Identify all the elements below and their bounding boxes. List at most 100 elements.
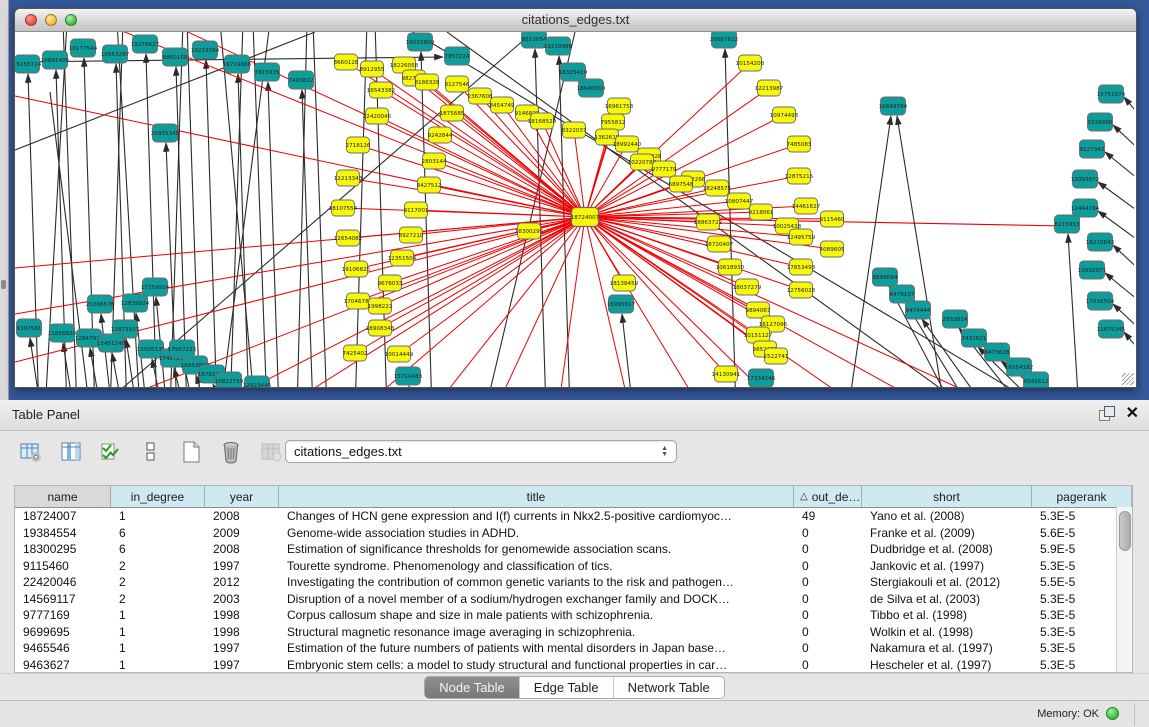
table-cell[interactable]: 1998 — [205, 625, 279, 639]
network-edge-black[interactable] — [268, 82, 279, 387]
network-node[interactable]: 18724007 — [571, 208, 600, 227]
network-node[interactable]: 20935340 — [151, 124, 180, 142]
table-cell[interactable]: 49 — [794, 509, 862, 523]
table-row[interactable]: 1456911722003Disruption of a novel membe… — [15, 591, 1132, 608]
window-resize-grip[interactable] — [1122, 373, 1134, 385]
table-cell[interactable]: 0 — [794, 641, 862, 655]
network-node[interactable]: 7432621 — [962, 329, 987, 347]
network-node[interactable]: 17957223 — [168, 340, 197, 358]
network-node[interactable]: 9227342 — [1080, 140, 1105, 158]
network-node[interactable]: 18037279 — [733, 279, 762, 295]
table-cell[interactable]: 22420046 — [15, 575, 111, 589]
network-edge-black[interactable] — [622, 314, 633, 387]
network-node[interactable]: 8927210 — [399, 227, 424, 243]
network-node[interactable]: 12875215 — [785, 168, 814, 184]
network-edge-black[interactable] — [187, 32, 200, 387]
network-node[interactable]: 17853493 — [787, 259, 816, 275]
table-cell[interactable]: Jankovic et al. (1997) — [862, 559, 1032, 573]
network-edge-black[interactable] — [238, 74, 249, 387]
network-node[interactable]: 19218986 — [544, 37, 573, 55]
network-edge-red[interactable] — [555, 217, 585, 387]
network-node[interactable]: 16648784 — [879, 97, 908, 115]
network-node[interactable]: 18908348 — [366, 320, 395, 336]
network-node[interactable]: 7955812 — [601, 114, 626, 130]
table-row[interactable]: 977716911998Corpus callosum shape and si… — [15, 607, 1132, 624]
network-node[interactable]: 18248575 — [703, 180, 732, 196]
network-node[interactable]: 9242844 — [428, 127, 453, 143]
network-node[interactable]: 8322037 — [562, 122, 587, 138]
network-edge-black[interactable] — [176, 67, 187, 387]
network-edge-black[interactable] — [146, 54, 157, 387]
table-scrollbar-thumb[interactable] — [1119, 511, 1131, 551]
network-node[interactable]: 7425402 — [343, 345, 368, 361]
network-node[interactable]: 16210643 — [1086, 233, 1115, 251]
table-cell[interactable]: Embryonic stem cells: a model to study s… — [279, 658, 794, 672]
table-cell[interactable]: 2008 — [205, 509, 279, 523]
network-node[interactable]: 2933814 — [943, 310, 968, 328]
table-cell[interactable]: Stergiakouli et al. (2012) — [862, 575, 1032, 589]
table-cell[interactable]: 0 — [794, 575, 862, 589]
network-edge-black[interactable] — [28, 74, 39, 387]
table-cell[interactable]: 14569117 — [15, 592, 111, 606]
table-cell[interactable]: 0 — [794, 592, 862, 606]
tab-edge-table[interactable]: Edge Table — [520, 677, 614, 698]
network-node[interactable]: 12213343 — [334, 170, 363, 186]
network-node[interactable]: 10219594 — [191, 41, 220, 59]
table-cell[interactable]: 1 — [111, 608, 205, 622]
network-edge-black[interactable] — [1068, 234, 1079, 387]
table-cell[interactable]: 0 — [794, 658, 862, 672]
table-selector-dropdown[interactable]: citations_edges.txt ▲▼ — [285, 440, 677, 463]
table-cell[interactable]: 9465546 — [15, 641, 111, 655]
table-cell[interactable]: Genome-wide association studies in ADHD. — [279, 526, 794, 540]
network-node[interactable]: 16255724 — [15, 55, 42, 73]
table-cell[interactable]: 2012 — [205, 575, 279, 589]
table-cell[interactable]: 1997 — [205, 559, 279, 573]
network-node[interactable]: 7857224 — [445, 47, 470, 65]
network-node[interactable]: 9474444 — [906, 301, 931, 319]
network-node[interactable]: 12213987 — [755, 80, 784, 96]
table-cell[interactable]: Nakamura et al. (1997) — [862, 641, 1032, 655]
network-node[interactable]: 8427512 — [417, 177, 442, 193]
network-edge-black[interactable] — [253, 32, 267, 387]
panel-splitter-handle[interactable] — [1, 280, 6, 289]
table-cell[interactable]: 0 — [794, 559, 862, 573]
table-cell[interactable]: 0 — [794, 625, 862, 639]
network-node[interactable]: 10812739 — [215, 372, 244, 387]
network-node[interactable]: 17359924 — [141, 278, 170, 296]
network-node[interactable]: 7485083 — [787, 136, 812, 152]
network-node[interactable]: 10553287 — [101, 45, 130, 63]
table-row[interactable]: 1830029562008Estimation of significance … — [15, 541, 1132, 558]
delete-trash-icon[interactable] — [218, 439, 244, 465]
network-node[interactable]: 15710483 — [394, 367, 423, 385]
network-node[interactable]: 18720407 — [705, 236, 734, 252]
network-node[interactable]: 11856820 — [48, 324, 77, 342]
network-node[interactable]: 16719868 — [223, 55, 252, 73]
table-cell[interactable]: 6 — [111, 542, 205, 556]
tab-network-table[interactable]: Network Table — [614, 677, 724, 698]
table-cell[interactable]: 9699695 — [15, 625, 111, 639]
network-edge-black[interactable] — [409, 386, 420, 387]
table-cell[interactable]: 0 — [794, 542, 862, 556]
network-node[interactable]: 8912955 — [360, 61, 385, 77]
table-cell[interactable]: 9777169 — [15, 608, 111, 622]
network-edge-black[interactable] — [1124, 97, 1134, 146]
table-row[interactable]: 911546021997Tourette syndrome. Phenomeno… — [15, 558, 1132, 575]
table-cell[interactable]: Franke et al. (2009) — [862, 526, 1032, 540]
table-cell[interactable]: 0 — [794, 608, 862, 622]
network-edge-black[interactable] — [90, 348, 101, 387]
network-edge-red[interactable] — [348, 178, 585, 217]
table-row[interactable]: 946362711997Embryonic stem cells: a mode… — [15, 657, 1132, 674]
table-row[interactable]: 946554611997Estimation of the future num… — [15, 640, 1132, 657]
column-header-year[interactable]: year — [205, 486, 279, 507]
network-edge-black[interactable] — [302, 90, 313, 387]
table-cell[interactable]: 18724007 — [15, 509, 111, 523]
table-cell[interactable]: Investigating the contribution of common… — [279, 575, 794, 589]
network-window[interactable]: citations_edges.txt 16255724108914061017… — [14, 8, 1137, 388]
network-node[interactable]: 2803144 — [422, 153, 447, 169]
network-node[interactable]: 12495759 — [787, 229, 816, 245]
table-cell[interactable]: Hescheler et al. (1997) — [862, 658, 1032, 672]
table-cell[interactable]: 1997 — [205, 641, 279, 655]
network-node[interactable]: 10974493 — [770, 107, 799, 123]
table-cell[interactable]: 1 — [111, 658, 205, 672]
column-header-name[interactable]: name — [15, 486, 111, 507]
